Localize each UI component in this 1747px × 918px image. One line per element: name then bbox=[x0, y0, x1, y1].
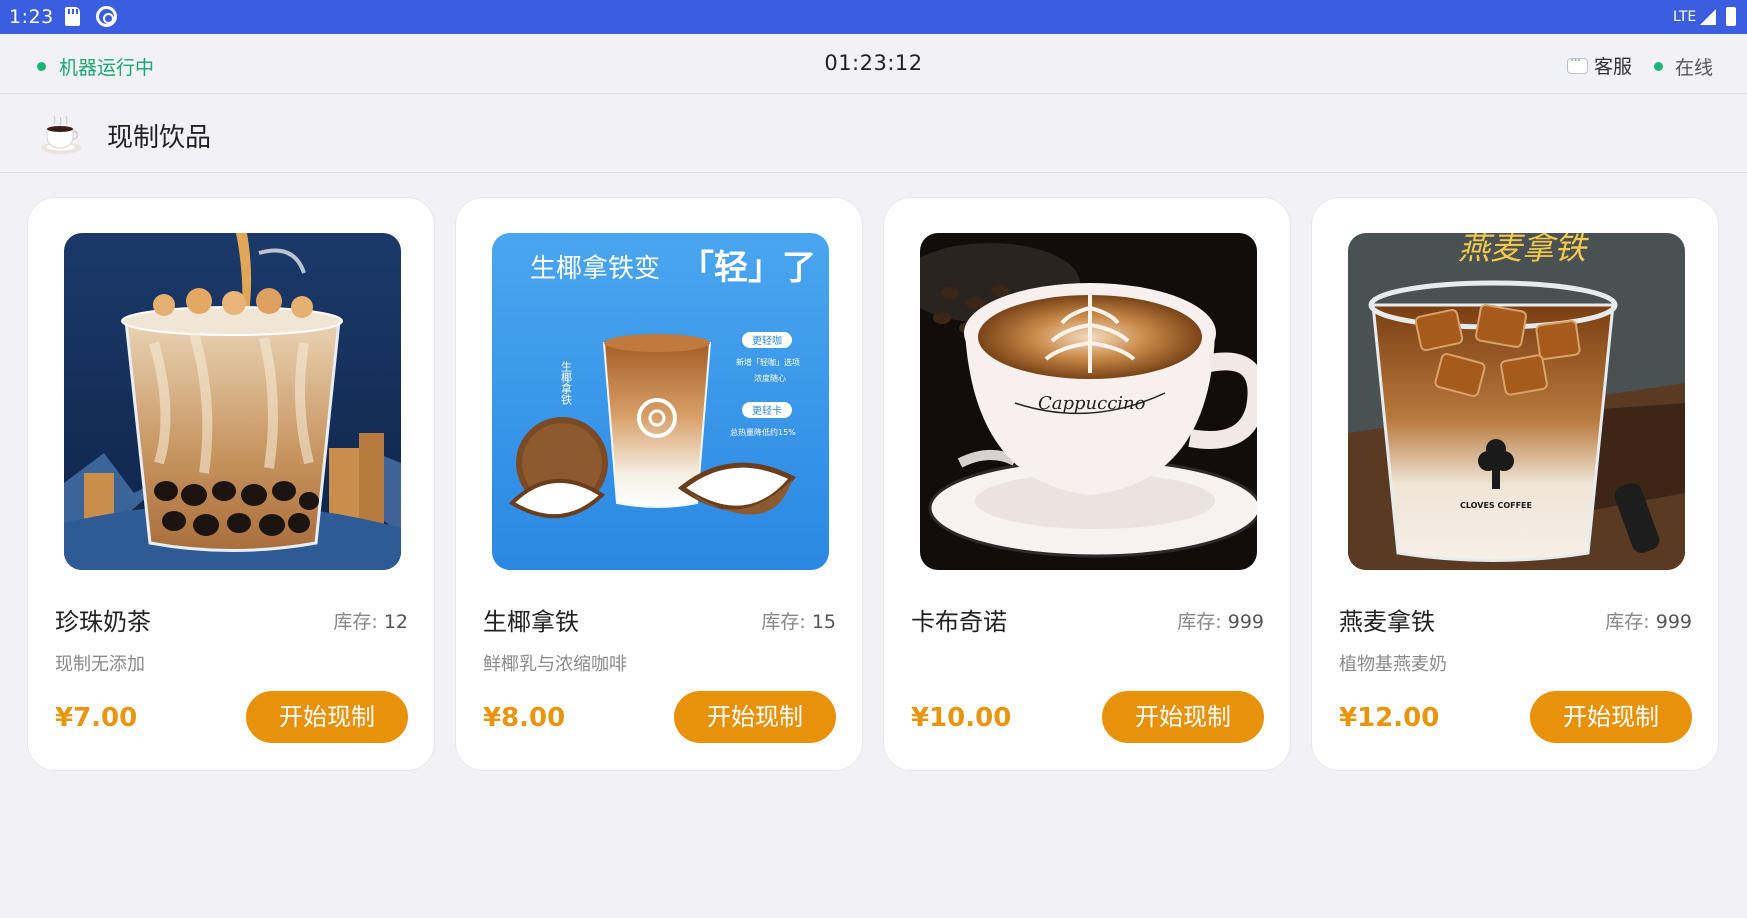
signal-icon bbox=[1700, 9, 1716, 25]
category-header: 现制饮品 bbox=[0, 95, 1747, 173]
product-stock: 库存: 999 bbox=[1605, 607, 1692, 634]
product-card[interactable]: 生椰拿铁变 「轻」了 生椰拿铁 更轻咖 新增「轻咖」选项 浓度随心 更轻卡 总热… bbox=[455, 197, 863, 771]
product-description: 植物基燕麦奶 bbox=[1339, 654, 1447, 675]
product-card[interactable]: Cappuccino 卡布奇诺 库存: 999 ¥10.00 开始现制 bbox=[883, 197, 1291, 771]
network-type: LTE bbox=[1673, 9, 1697, 25]
image-tag2: 更轻卡 bbox=[752, 404, 782, 417]
product-stock: 库存: 999 bbox=[1177, 607, 1264, 634]
chat-bubble-icon bbox=[1567, 53, 1588, 74]
product-image-bubble-tea[interactable] bbox=[64, 233, 401, 570]
online-status-dot-icon bbox=[1654, 62, 1663, 71]
sd-card-icon bbox=[65, 7, 80, 26]
image-headline-a: 生椰拿铁变 bbox=[530, 254, 660, 284]
cup-script-text: Cappuccino bbox=[1038, 393, 1146, 414]
image-side-text: 生椰拿铁 bbox=[560, 360, 573, 405]
online-status-label: 在线 bbox=[1675, 57, 1714, 79]
stock-value: 12 bbox=[383, 611, 408, 633]
product-image-oat-latte[interactable]: 燕麦拿铁 CLOVES COFFEE bbox=[1348, 233, 1685, 570]
stock-label: 库存: bbox=[1177, 611, 1222, 633]
product-price: ¥12.00 bbox=[1339, 703, 1440, 733]
product-card[interactable]: 珍珠奶茶 库存: 12 现制无添加 ¥7.00 开始现制 bbox=[27, 197, 435, 771]
product-card[interactable]: 燕麦拿铁 CLOVES COFFEE 燕麦拿铁 库存: 999 植物基燕麦奶 ¥… bbox=[1311, 197, 1719, 771]
product-price: ¥8.00 bbox=[483, 703, 566, 733]
stock-label: 库存: bbox=[1605, 611, 1650, 633]
product-name: 生椰拿铁 bbox=[483, 608, 579, 636]
battery-icon bbox=[1726, 7, 1736, 26]
product-stock: 库存: 15 bbox=[761, 607, 836, 634]
product-description: 现制无添加 bbox=[55, 654, 145, 675]
product-name: 卡布奇诺 bbox=[911, 608, 1007, 636]
online-status: 在线 bbox=[1654, 53, 1713, 80]
stock-value: 999 bbox=[1227, 611, 1264, 633]
customer-service-button[interactable]: 客服 bbox=[1567, 52, 1632, 79]
product-description: 鲜椰乳与浓缩咖啡 bbox=[483, 654, 627, 675]
product-image-coconut-latte[interactable]: 生椰拿铁变 「轻」了 生椰拿铁 更轻咖 新增「轻咖」选项 浓度随心 更轻卡 总热… bbox=[492, 233, 829, 570]
image-side-label: 生椰拿铁 bbox=[560, 360, 573, 405]
stock-value: 999 bbox=[1655, 611, 1692, 633]
image-tag1: 更轻咖 bbox=[752, 334, 782, 347]
product-grid: 珍珠奶茶 库存: 12 现制无添加 ¥7.00 开始现制 生椰拿铁变 「轻」了 … bbox=[27, 197, 1723, 771]
start-brewing-button[interactable]: 开始现制 bbox=[674, 691, 836, 743]
image-tag1-sub: 新增「轻咖」选项 bbox=[736, 357, 800, 367]
stock-value: 15 bbox=[811, 611, 836, 633]
product-price: ¥10.00 bbox=[911, 703, 1012, 733]
start-brewing-button[interactable]: 开始现制 bbox=[1102, 691, 1264, 743]
image-calligraphy: 燕麦拿铁 bbox=[1458, 233, 1590, 267]
machine-info-bar: 机器运行中 01:23:12 客服 在线 bbox=[0, 34, 1747, 94]
product-name: 燕麦拿铁 bbox=[1339, 608, 1435, 636]
clock: 01:23:12 bbox=[824, 51, 923, 75]
product-stock: 库存: 12 bbox=[333, 607, 408, 634]
sync-icon bbox=[96, 6, 117, 27]
product-name: 珍珠奶茶 bbox=[55, 608, 151, 636]
category-title: 现制饮品 bbox=[107, 123, 212, 153]
image-brand: CLOVES COFFEE bbox=[1460, 501, 1532, 510]
system-time: 1:23 bbox=[9, 6, 54, 28]
start-brewing-button[interactable]: 开始现制 bbox=[1530, 691, 1692, 743]
image-tag1-sub2: 浓度随心 bbox=[754, 373, 786, 383]
product-price: ¥7.00 bbox=[55, 703, 138, 733]
product-image-cappuccino[interactable]: Cappuccino bbox=[920, 233, 1257, 570]
image-tag2-sub: 总热量降低约15% bbox=[730, 427, 796, 437]
customer-service-label: 客服 bbox=[1594, 56, 1633, 78]
system-status-bar: 1:23 LTE bbox=[0, 0, 1747, 34]
coffee-cup-icon bbox=[41, 115, 81, 154]
image-headline-b: 「轻」了 bbox=[680, 248, 816, 288]
stock-label: 库存: bbox=[333, 611, 378, 633]
stock-label: 库存: bbox=[761, 611, 806, 633]
start-brewing-button[interactable]: 开始现制 bbox=[246, 691, 408, 743]
